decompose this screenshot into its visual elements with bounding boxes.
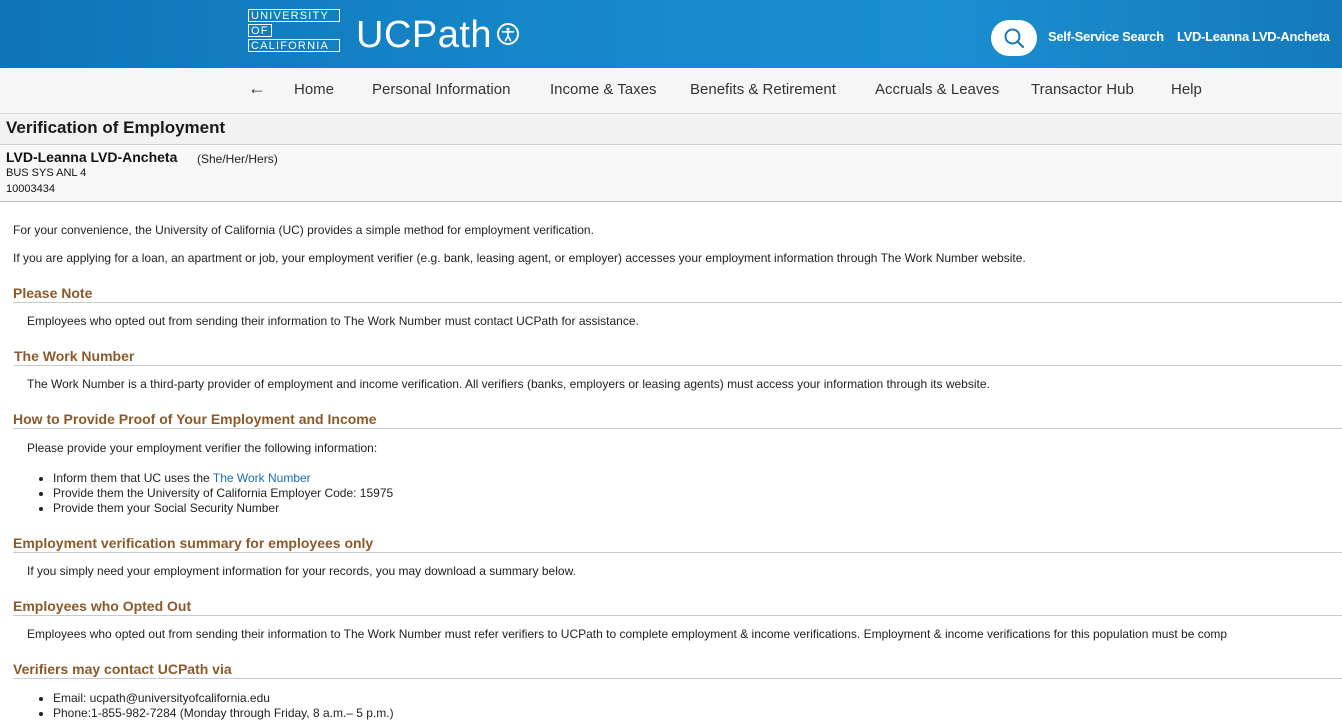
employee-pronouns: (She/Her/Hers) <box>197 152 278 166</box>
nav-accruals-leaves[interactable]: Accruals & Leaves <box>875 81 999 98</box>
nav-home[interactable]: Home <box>294 81 334 98</box>
accessibility-icon[interactable] <box>497 23 519 45</box>
nav-personal-information[interactable]: Personal Information <box>372 81 510 98</box>
list-item-text: Inform them that UC uses the <box>53 471 213 485</box>
list-item: Provide them the University of Californi… <box>53 486 393 501</box>
brand-title[interactable]: UCPath <box>356 14 492 57</box>
section-text-opted-out: Employees who opted out from sending the… <box>27 627 1228 641</box>
employee-name: LVD-Leanna LVD-Ancheta <box>6 149 178 165</box>
intro-text-2: If you are applying for a loan, an apart… <box>13 251 1026 265</box>
section-heading-opted-out: Employees who Opted Out <box>13 598 1342 616</box>
section-heading-summary: Employment verification summary for empl… <box>13 535 1342 553</box>
nav-income-taxes[interactable]: Income & Taxes <box>550 81 656 98</box>
section-heading-work-number: The Work Number <box>14 348 1342 366</box>
section-text-proof: Please provide your employment verifier … <box>27 441 378 455</box>
section-text-summary: If you simply need your employment infor… <box>27 564 576 578</box>
nav-help[interactable]: Help <box>1171 81 1202 98</box>
nav-benefits-retirement[interactable]: Benefits & Retirement <box>690 81 836 98</box>
logo-line-3: CALIFORNIA <box>248 39 340 52</box>
section-heading-please-note: Please Note <box>13 285 1342 303</box>
page-title-bar: Verification of Employment <box>0 114 1342 145</box>
self-service-search-link[interactable]: Self-Service Search <box>1048 29 1164 44</box>
search-button[interactable] <box>991 20 1037 56</box>
main-nav: ← Home Personal Information Income & Tax… <box>0 68 1342 114</box>
employee-id: 10003434 <box>6 183 55 195</box>
section-heading-verifiers: Verifiers may contact UCPath via <box>13 661 1342 679</box>
employee-info: LVD-Leanna LVD-Ancheta (She/Her/Hers) BU… <box>0 145 1342 202</box>
employee-job-title: BUS SYS ANL 4 <box>6 167 87 179</box>
search-icon <box>1004 28 1025 49</box>
list-item: Email: ucpath@universityofcalifornia.edu <box>53 691 394 706</box>
proof-list: Inform them that UC uses the The Work Nu… <box>35 471 393 516</box>
list-item: Phone:1-855-982-7284 (Monday through Fri… <box>53 706 394 721</box>
logo-line-1: UNIVERSITY <box>248 9 340 22</box>
list-item: Inform them that UC uses the The Work Nu… <box>53 471 393 486</box>
section-text-work-number: The Work Number is a third-party provide… <box>27 377 990 391</box>
nav-transactor-hub[interactable]: Transactor Hub <box>1031 81 1134 98</box>
uc-logo[interactable]: UNIVERSITY OF CALIFORNIA <box>248 9 340 55</box>
intro-text-1: For your convenience, the University of … <box>13 223 594 237</box>
logo-line-2: OF <box>248 24 272 37</box>
top-header: UNIVERSITY OF CALIFORNIA UCPath Self-Ser… <box>0 0 1342 68</box>
section-heading-proof: How to Provide Proof of Your Employment … <box>13 411 1342 429</box>
list-item: Provide them your Social Security Number <box>53 501 393 516</box>
user-menu[interactable]: LVD-Leanna LVD-Ancheta <box>1177 29 1330 44</box>
verifier-contact-list: Email: ucpath@universityofcalifornia.edu… <box>35 691 394 721</box>
work-number-link[interactable]: The Work Number <box>213 471 311 485</box>
section-text-please-note: Employees who opted out from sending the… <box>27 314 639 328</box>
back-arrow-icon[interactable]: ← <box>248 78 266 99</box>
page-title: Verification of Employment <box>6 118 226 137</box>
